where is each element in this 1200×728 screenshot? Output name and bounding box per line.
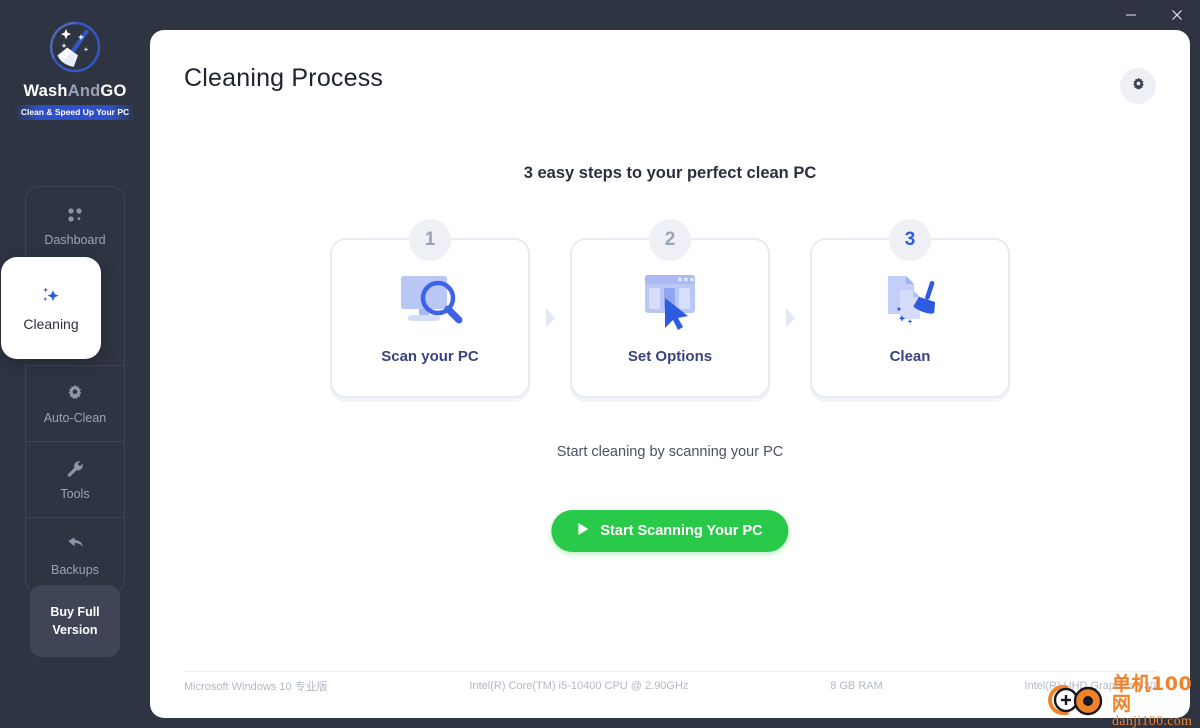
step-arrow-icon [530,238,570,398]
step-card-scan[interactable]: 1 Scan your PC [330,219,530,398]
sidebar-item-label: Auto-Clean [43,410,107,425]
sidebar-item-backups[interactable]: Backups [26,517,124,593]
buy-full-version-button[interactable]: Buy Full Version [30,585,120,657]
gear-icon [1131,77,1146,95]
minimize-button[interactable] [1108,0,1154,30]
sidebar-nav: Dashboard Auto-Clean Tools Backups Clean… [1,186,125,594]
step-label: Clean [889,348,931,365]
sidebar: WashAndGO Clean & Speed Up Your PC Dashb… [0,0,150,728]
footer-os: Microsoft Windows 10 专业版 [184,681,328,693]
sidebar-item-label: Cleaning [23,316,79,332]
wrench-icon [64,458,86,480]
play-icon [577,522,589,540]
page-title: Cleaning Process [184,64,384,92]
footer-ram: 8 GB RAM [830,680,883,692]
step-arrow-icon [770,238,810,398]
step-label: Scan your PC [381,348,479,365]
brand-name: WashAndGO [24,82,127,101]
steps-row: 1 Scan your PC 2 Set Options 3 Clean [150,219,1190,398]
watermark-text: 单机100网 danji100.com [1112,672,1198,728]
brand-name-last: GO [100,82,127,100]
sidebar-item-dashboard[interactable]: Dashboard [26,187,124,263]
sidebar-item-auto-clean[interactable]: Auto-Clean [26,365,124,441]
brand-name-first: Wash [23,82,68,100]
footer-divider [184,671,1156,672]
monitor-magnifier-icon [388,270,472,336]
app-window: WashAndGO Clean & Speed Up Your PC Dashb… [0,0,1200,728]
step-label: Set Options [627,348,713,365]
system-info-bar: Microsoft Windows 10 专业版 Intel(R) Core(T… [184,678,1156,694]
buy-button-line1: Buy Full [50,604,100,619]
watermark-logo-icon [1046,680,1108,725]
step-card-options[interactable]: 2 Set Options [570,219,770,398]
close-button[interactable] [1154,0,1200,30]
buy-button-line2: Version [52,623,98,637]
sidebar-item-label: Dashboard [44,232,106,247]
settings-button[interactable] [1120,68,1156,104]
sidebar-item-tools[interactable]: Tools [26,441,124,517]
step-card-clean[interactable]: 3 Clean [810,219,1010,398]
gear-icon [64,382,86,404]
start-scanning-button[interactable]: Start Scanning Your PC [551,510,789,552]
title-bar [0,0,1200,30]
window-cursor-icon [628,270,712,336]
files-brush-icon [868,270,952,336]
step-number-badge: 1 [409,219,451,261]
undo-arrow-icon [64,534,86,556]
watermark-en: danji100.com [1112,713,1193,728]
brand-name-mid: And [67,82,101,100]
start-scanning-label: Start Scanning Your PC [600,523,763,539]
step-number-badge: 2 [649,219,691,261]
watermark-cn: 单机100网 [1112,672,1193,715]
brand-logo: WashAndGO Clean & Speed Up Your PC [0,16,150,120]
watermark: 单机100网 danji100.com [1046,672,1198,728]
scan-hint-text: Start cleaning by scanning your PC [556,444,784,460]
sidebar-item-label: Backups [51,562,99,577]
main-panel: Cleaning Process 3 easy steps to your pe… [150,30,1190,718]
sparkle-icon [40,284,62,306]
broom-sparkle-icon [44,16,106,78]
brand-tagline: Clean & Speed Up Your PC [13,105,137,120]
sidebar-item-cleaning[interactable]: Cleaning [1,257,101,359]
footer-cpu: Intel(R) Core(TM) i5-10400 CPU @ 2.90GHz [469,680,689,692]
step-number-badge: 3 [889,219,931,261]
grid-dots-icon [64,204,86,226]
steps-subheading: 3 easy steps to your perfect clean PC [523,164,817,182]
sidebar-item-label: Tools [60,486,90,501]
